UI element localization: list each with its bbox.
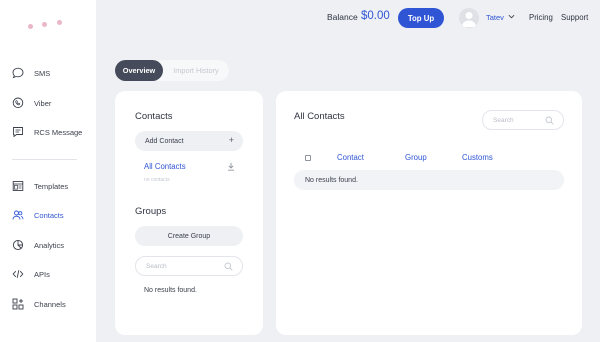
table-empty-row: No results found. <box>294 170 564 190</box>
groups-empty-text: No results found. <box>144 287 197 294</box>
sidebar-item-label: RCS Message <box>34 127 83 137</box>
all-contacts-link[interactable]: All Contacts <box>144 162 186 171</box>
user-avatar-icon <box>462 12 476 27</box>
column-header-contact[interactable]: Contact <box>337 153 364 162</box>
all-contacts-card: All Contacts Contact Group Customs No re… <box>276 91 582 335</box>
add-contact-label: Add Contact <box>145 137 184 145</box>
balance-value: $0.00 <box>361 10 390 22</box>
download-icon[interactable] <box>227 162 235 171</box>
chevron-down-icon[interactable] <box>508 13 515 20</box>
balance-label: Balance <box>327 12 358 22</box>
pie-chart-icon <box>12 239 24 251</box>
sidebar-item-rcs-message[interactable]: RCS Message <box>12 122 82 142</box>
search-icon <box>224 262 233 271</box>
sidebar-item-contacts[interactable]: Contacts <box>12 205 64 225</box>
groups-title: Groups <box>135 206 167 217</box>
sidebar-item-sms[interactable]: SMS <box>12 63 50 83</box>
sidebar-item-viber[interactable]: Viber <box>12 93 51 113</box>
template-icon <box>12 180 24 192</box>
sidebar: SMS Viber RCS Message Templates Contacts… <box>0 0 96 342</box>
sidebar-item-templates[interactable]: Templates <box>12 176 68 196</box>
sidebar-item-analytics[interactable]: Analytics <box>12 235 64 255</box>
sidebar-item-label: SMS <box>34 68 51 78</box>
grid-plus-icon <box>12 298 24 310</box>
tab-bar: Overview Import History <box>115 60 229 81</box>
contacts-title: Contacts <box>135 111 173 122</box>
plus-icon: + <box>228 135 234 145</box>
tab-overview[interactable]: Overview <box>115 60 163 81</box>
sidebar-item-apis[interactable]: APIs <box>12 264 50 284</box>
column-header-customs[interactable]: Customs <box>462 153 493 162</box>
chat-bubble-icon <box>12 67 24 79</box>
top-up-button[interactable]: Top Up <box>398 8 444 28</box>
contacts-search-field[interactable] <box>482 110 564 130</box>
sidebar-item-label: Contacts <box>34 210 64 220</box>
pricing-link[interactable]: Pricing <box>529 13 553 22</box>
sidebar-item-label: APIs <box>34 269 50 279</box>
contacts-groups-card: Contacts Add Contact + All Contacts no c… <box>115 91 263 335</box>
support-link[interactable]: Support <box>561 13 588 22</box>
logo[interactable] <box>28 20 68 30</box>
all-contacts-title: All Contacts <box>294 111 345 122</box>
column-header-group[interactable]: Group <box>405 153 427 162</box>
code-icon <box>12 268 24 280</box>
logo-dot <box>57 20 62 25</box>
logo-dot <box>28 24 33 29</box>
sidebar-item-label: Viber <box>34 98 52 108</box>
sidebar-divider <box>12 159 77 160</box>
groups-search-field[interactable] <box>135 256 243 276</box>
users-icon <box>12 209 24 221</box>
create-group-label: Create Group <box>167 232 211 240</box>
all-contacts-count: no contacts <box>144 177 170 183</box>
sidebar-item-label: Channels <box>34 299 66 309</box>
sidebar-item-label: Analytics <box>34 240 65 250</box>
phone-bubble-icon <box>12 97 24 109</box>
tab-import-history[interactable]: Import History <box>163 60 229 81</box>
add-contact-button[interactable]: Add Contact + <box>135 131 243 151</box>
message-lines-icon <box>12 126 24 138</box>
select-all-checkbox[interactable] <box>305 155 311 161</box>
sidebar-item-label: Templates <box>34 181 69 191</box>
user-name[interactable]: Tatev <box>486 13 504 22</box>
logo-dot <box>42 22 47 27</box>
search-icon <box>545 116 554 125</box>
sidebar-item-channels[interactable]: Channels <box>12 294 66 314</box>
create-group-button[interactable]: Create Group <box>135 226 243 246</box>
avatar[interactable] <box>459 8 479 28</box>
table-header: Contact Group Customs <box>294 149 564 167</box>
